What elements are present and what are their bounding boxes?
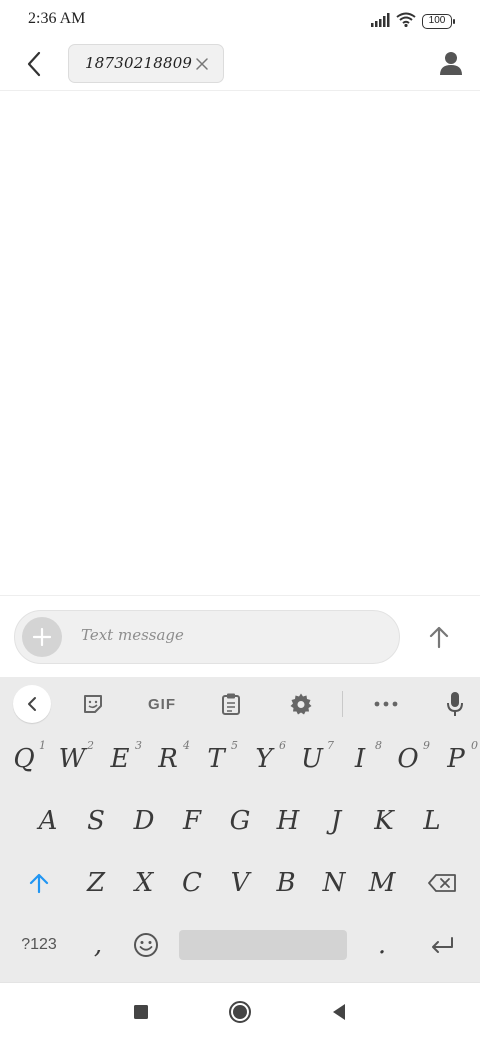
key-f[interactable]: F bbox=[168, 794, 216, 848]
triangle-back-icon bbox=[333, 1004, 345, 1020]
square-icon bbox=[134, 1005, 148, 1019]
battery-icon: 100 bbox=[422, 14, 455, 29]
key-row-1: Q1 W2 E3 R4 T5 Y6 U7 I8 O9 P0 bbox=[0, 732, 480, 786]
shift-key[interactable] bbox=[14, 856, 64, 910]
key-m[interactable]: M bbox=[358, 856, 406, 910]
sticker-button[interactable] bbox=[74, 685, 112, 723]
key-l[interactable]: L bbox=[408, 794, 456, 848]
back-button[interactable] bbox=[18, 46, 50, 82]
status-icons: 100 bbox=[370, 12, 455, 31]
key-b[interactable]: B bbox=[262, 856, 310, 910]
home-circle-icon bbox=[229, 1001, 251, 1023]
key-z[interactable]: Z bbox=[72, 856, 120, 910]
key-x[interactable]: X bbox=[120, 856, 168, 910]
system-nav-bar bbox=[0, 982, 480, 1040]
close-icon[interactable] bbox=[195, 57, 209, 71]
key-c[interactable]: C bbox=[168, 856, 216, 910]
emoji-icon bbox=[134, 933, 158, 957]
backspace-icon bbox=[428, 874, 456, 892]
gif-button[interactable]: GIF bbox=[140, 685, 184, 723]
enter-icon bbox=[432, 937, 453, 953]
key-v[interactable]: V bbox=[216, 856, 264, 910]
key-r[interactable]: R4 bbox=[144, 732, 192, 786]
arrow-up-icon bbox=[429, 626, 449, 649]
shift-arrow-icon bbox=[29, 873, 49, 894]
enter-key[interactable] bbox=[416, 918, 468, 972]
keyboard: GIF Q 1 W 2 E 3 R 4 T 5 Y 6 U 7 I 8 O 9 … bbox=[0, 677, 480, 982]
status-time: 2:36 AM bbox=[28, 10, 86, 27]
recipient-chip[interactable]: 18730218809 bbox=[68, 44, 224, 83]
key-row-bottom: ?123 , . bbox=[0, 918, 480, 972]
conversation-header: 18730218809 bbox=[0, 38, 480, 91]
key-p[interactable]: P0 bbox=[432, 732, 480, 786]
more-icon bbox=[374, 701, 398, 707]
symbols-key[interactable]: ?123 bbox=[12, 918, 66, 972]
toolbar-back-button[interactable] bbox=[13, 685, 51, 723]
message-input[interactable]: Text message bbox=[14, 610, 400, 664]
voice-input-button[interactable] bbox=[436, 685, 474, 723]
toolbar-divider bbox=[342, 691, 343, 717]
chevron-left-icon bbox=[27, 51, 41, 77]
wifi-icon bbox=[396, 12, 416, 31]
message-list bbox=[0, 92, 480, 595]
key-row-2: A S D F G H J K L bbox=[0, 794, 480, 848]
key-s[interactable]: S bbox=[72, 794, 120, 848]
more-button[interactable] bbox=[367, 685, 405, 723]
recents-button[interactable] bbox=[126, 997, 156, 1027]
compose-bar: Text message bbox=[0, 595, 480, 677]
key-a[interactable]: A bbox=[24, 794, 72, 848]
backspace-key[interactable] bbox=[416, 856, 468, 910]
key-y[interactable]: Y6 bbox=[240, 732, 288, 786]
send-button[interactable] bbox=[420, 618, 458, 656]
home-button[interactable] bbox=[225, 997, 255, 1027]
key-row-3: Z X C V B N M bbox=[0, 856, 480, 910]
key-h[interactable]: H bbox=[264, 794, 312, 848]
key-k[interactable]: K bbox=[360, 794, 408, 848]
add-attachment-button[interactable] bbox=[22, 617, 62, 657]
message-placeholder: Text message bbox=[81, 626, 184, 644]
space-key[interactable] bbox=[179, 930, 347, 960]
key-i[interactable]: I8 bbox=[336, 732, 384, 786]
period-key[interactable]: . bbox=[358, 918, 406, 972]
key-n[interactable]: N bbox=[310, 856, 358, 910]
sticker-icon bbox=[84, 695, 102, 713]
key-u[interactable]: U7 bbox=[288, 732, 336, 786]
signal-icon bbox=[370, 12, 390, 31]
clipboard-button[interactable] bbox=[212, 685, 250, 723]
key-t[interactable]: T5 bbox=[192, 732, 240, 786]
key-o[interactable]: O9 bbox=[384, 732, 432, 786]
key-j[interactable]: J bbox=[312, 794, 360, 848]
comma-key[interactable]: , bbox=[74, 918, 122, 972]
plus-icon bbox=[33, 628, 51, 646]
keyboard-toolbar: GIF bbox=[0, 677, 480, 731]
person-icon bbox=[440, 52, 462, 75]
recipient-number: 18730218809 bbox=[85, 54, 193, 72]
key-w[interactable]: W2 bbox=[48, 732, 96, 786]
key-q[interactable]: Q1 bbox=[0, 732, 48, 786]
contact-button[interactable] bbox=[436, 48, 466, 78]
clipboard-icon bbox=[222, 693, 240, 715]
key-g[interactable]: G bbox=[216, 794, 264, 848]
gear-icon bbox=[290, 693, 312, 715]
settings-button[interactable] bbox=[282, 685, 320, 723]
status-bar: 2:36 AM 100 bbox=[0, 0, 480, 38]
key-d[interactable]: D bbox=[120, 794, 168, 848]
nav-back-button[interactable] bbox=[324, 997, 354, 1027]
chevron-left-icon bbox=[28, 697, 36, 711]
emoji-key[interactable] bbox=[122, 918, 170, 972]
mic-icon bbox=[447, 692, 463, 716]
key-e[interactable]: E3 bbox=[96, 732, 144, 786]
